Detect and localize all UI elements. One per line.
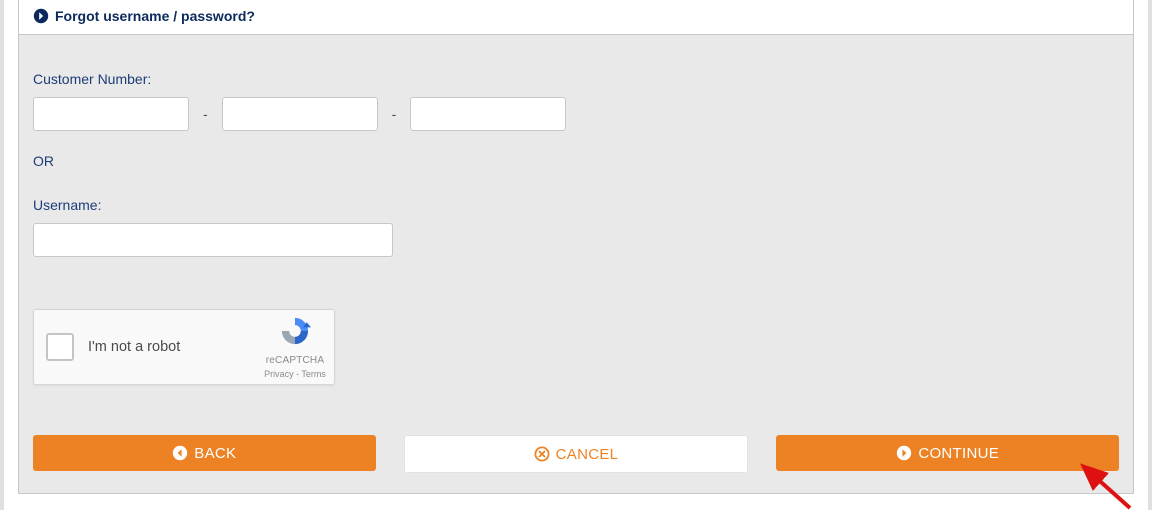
button-row: BACK CANCEL	[33, 435, 1119, 473]
separator-2: -	[392, 106, 397, 122]
recaptcha-checkbox[interactable]	[46, 333, 74, 361]
back-button[interactable]: BACK	[33, 435, 376, 471]
page-container: Forgot username / password? Customer Num…	[0, 0, 1152, 510]
arrow-right-circle-icon	[33, 8, 49, 24]
recaptcha-privacy-link[interactable]: Privacy	[264, 369, 294, 379]
customer-number-label: Customer Number:	[33, 71, 1119, 87]
username-row	[33, 223, 1119, 257]
customer-number-row: - -	[33, 97, 1119, 131]
recaptcha-text: I'm not a robot	[88, 339, 180, 355]
cancel-circle-icon	[534, 446, 550, 462]
form-body: Customer Number: - - OR Username: I'm no…	[18, 35, 1134, 494]
recaptcha-terms-link[interactable]: Terms	[301, 369, 326, 379]
forgot-header-title: Forgot username / password?	[55, 8, 255, 24]
recaptcha-legal: Privacy - Terms	[264, 369, 326, 379]
recaptcha-brand: reCAPTCHA	[266, 355, 324, 366]
customer-number-seg3[interactable]	[410, 97, 566, 131]
recaptcha-right: reCAPTCHA Privacy - Terms	[262, 310, 334, 384]
cancel-button[interactable]: CANCEL	[404, 435, 749, 473]
customer-number-seg1[interactable]	[33, 97, 189, 131]
recaptcha-icon	[279, 315, 311, 352]
username-label: Username:	[33, 197, 1119, 213]
username-field[interactable]	[33, 223, 393, 257]
customer-number-seg2[interactable]	[222, 97, 378, 131]
recaptcha-left: I'm not a robot	[34, 310, 262, 384]
separator-1: -	[203, 106, 208, 122]
arrow-left-circle-icon	[172, 445, 188, 461]
cancel-button-label: CANCEL	[556, 446, 619, 463]
continue-button[interactable]: CONTINUE	[776, 435, 1119, 471]
forgot-header[interactable]: Forgot username / password?	[18, 0, 1134, 35]
continue-button-label: CONTINUE	[918, 445, 999, 462]
recaptcha-widget[interactable]: I'm not a robot reCAPTCHA Privacy - Term…	[33, 309, 335, 385]
or-label: OR	[33, 153, 1119, 169]
back-button-label: BACK	[194, 445, 236, 462]
arrow-right-circle-icon	[896, 445, 912, 461]
